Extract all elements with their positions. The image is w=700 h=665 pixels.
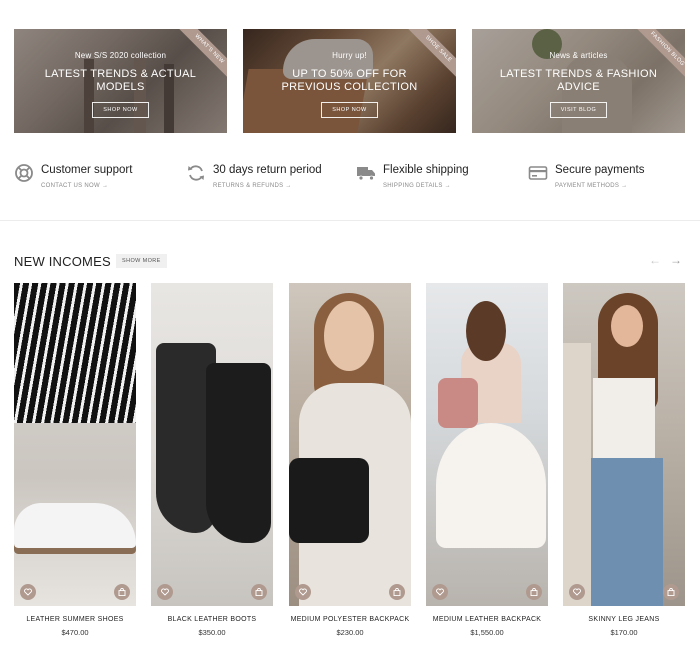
product-image-detail	[14, 503, 136, 548]
credit-card-icon	[528, 166, 548, 180]
add-to-cart-button[interactable]	[114, 584, 130, 600]
carousel-next-arrow-icon[interactable]: →	[669, 254, 683, 266]
product-name[interactable]: MEDIUM POLYESTER BACKPACK	[289, 616, 411, 623]
add-to-cart-button[interactable]	[251, 584, 267, 600]
product-card[interactable]: MEDIUM LEATHER BACKPACK $1,550.00	[426, 283, 548, 643]
show-more-button[interactable]: SHOW MORE	[116, 254, 167, 268]
banner-headline: UP TO 50% OFF FOR PREVIOUS COLLECTION	[281, 68, 418, 93]
visit-blog-button[interactable]: VISIT BLOG	[549, 102, 608, 118]
banner-shoe-sale[interactable]: SHOE SALE Hurry up! UP TO 50% OFF FOR PR…	[243, 29, 456, 133]
shipping-details-link[interactable]: SHIPPING DETAILS →	[383, 183, 451, 189]
product-price: $170.00	[610, 628, 638, 637]
add-to-cart-button[interactable]	[663, 584, 679, 600]
add-to-cart-button[interactable]	[526, 584, 542, 600]
promo-banners: WHAT'S NEW New S/S 2020 collection LATES…	[14, 29, 685, 133]
heart-icon	[161, 588, 169, 596]
heart-icon	[573, 588, 581, 596]
feature-title: 30 days return period	[213, 164, 322, 176]
banner-headline: LATEST TRENDS & ACTUAL MODELS	[44, 68, 197, 93]
refresh-icon	[188, 165, 204, 181]
product-image-detail	[206, 363, 271, 543]
feature-title: Flexible shipping	[383, 164, 469, 176]
banner-content: Hurry up! UP TO 50% OFF FOR PREVIOUS COL…	[243, 51, 456, 118]
wishlist-button[interactable]	[432, 584, 448, 600]
payment-methods-link[interactable]: PAYMENT METHODS →	[555, 183, 627, 189]
shop-now-button[interactable]: SHOP NOW	[92, 102, 149, 118]
wishlist-button[interactable]	[569, 584, 585, 600]
banner-kicker: New S/S 2020 collection	[74, 51, 167, 60]
product-image[interactable]	[14, 283, 136, 606]
banner-content: New S/S 2020 collection LATEST TRENDS & …	[14, 51, 227, 118]
wishlist-button[interactable]	[20, 584, 36, 600]
product-name[interactable]: MEDIUM LEATHER BACKPACK	[426, 616, 548, 623]
product-image-detail	[591, 458, 663, 606]
product-card[interactable]: BLACK LEATHER BOOTS $350.00	[151, 283, 273, 643]
product-price: $1,550.00	[470, 628, 504, 637]
add-to-cart-button[interactable]	[389, 584, 405, 600]
heart-icon	[436, 588, 444, 596]
banner-kicker: News & articles	[549, 51, 608, 60]
product-image-detail	[466, 301, 506, 361]
wishlist-button[interactable]	[295, 584, 311, 600]
service-features: Customer support CONTACT US NOW → 30 day…	[14, 160, 685, 196]
product-image[interactable]	[289, 283, 411, 606]
product-image[interactable]	[426, 283, 548, 606]
banner-fashion-blog[interactable]: FASHION BLOG News & articles LATEST TREN…	[472, 29, 685, 133]
contact-us-link[interactable]: CONTACT US NOW →	[41, 183, 108, 189]
lifebuoy-icon	[15, 164, 33, 182]
heart-icon	[299, 588, 307, 596]
product-card[interactable]: MEDIUM POLYESTER BACKPACK $230.00	[289, 283, 411, 643]
product-image[interactable]	[151, 283, 273, 606]
product-name[interactable]: LEATHER SUMMER SHOES	[14, 616, 136, 623]
feature-title: Customer support	[41, 164, 133, 176]
product-image-detail	[436, 423, 546, 548]
product-price: $230.00	[336, 628, 364, 637]
product-card[interactable]: LEATHER SUMMER SHOES $470.00	[14, 283, 136, 643]
product-image-detail	[14, 283, 136, 423]
banner-kicker: Hurry up!	[332, 51, 367, 60]
product-name[interactable]: BLACK LEATHER BOOTS	[151, 616, 273, 623]
product-card[interactable]: SKINNY LEG JEANS $170.00	[563, 283, 685, 643]
product-price: $350.00	[198, 628, 226, 637]
truck-icon	[357, 167, 375, 181]
product-image-detail	[611, 305, 643, 347]
banner-headline: LATEST TRENDS & FASHION ADVICE	[499, 68, 658, 93]
product-carousel: LEATHER SUMMER SHOES $470.00 BLACK LEATH…	[14, 283, 685, 643]
feature-title: Secure payments	[555, 164, 645, 176]
shopping-bag-icon	[667, 588, 675, 596]
product-image-detail	[289, 458, 369, 543]
shopping-bag-icon	[118, 588, 126, 596]
product-image-detail	[324, 301, 374, 371]
product-name[interactable]: SKINNY LEG JEANS	[563, 616, 685, 623]
product-image-detail	[438, 378, 478, 428]
carousel-prev-arrow-icon[interactable]: ←	[648, 254, 662, 266]
product-image[interactable]	[563, 283, 685, 606]
shopping-bag-icon	[530, 588, 538, 596]
wishlist-button[interactable]	[157, 584, 173, 600]
product-image-detail	[563, 343, 591, 606]
banner-new-collection[interactable]: WHAT'S NEW New S/S 2020 collection LATES…	[14, 29, 227, 133]
returns-refunds-link[interactable]: RETURNS & REFUNDS →	[213, 183, 292, 189]
heart-icon	[24, 588, 32, 596]
shopping-bag-icon	[255, 588, 263, 596]
section-divider	[0, 220, 700, 221]
shop-now-button[interactable]: SHOP NOW	[321, 102, 378, 118]
banner-content: News & articles LATEST TRENDS & FASHION …	[472, 51, 685, 118]
shopping-bag-icon	[393, 588, 401, 596]
product-price: $470.00	[61, 628, 89, 637]
section-title: NEW INCOMES	[14, 254, 111, 269]
product-image-detail	[593, 378, 655, 458]
